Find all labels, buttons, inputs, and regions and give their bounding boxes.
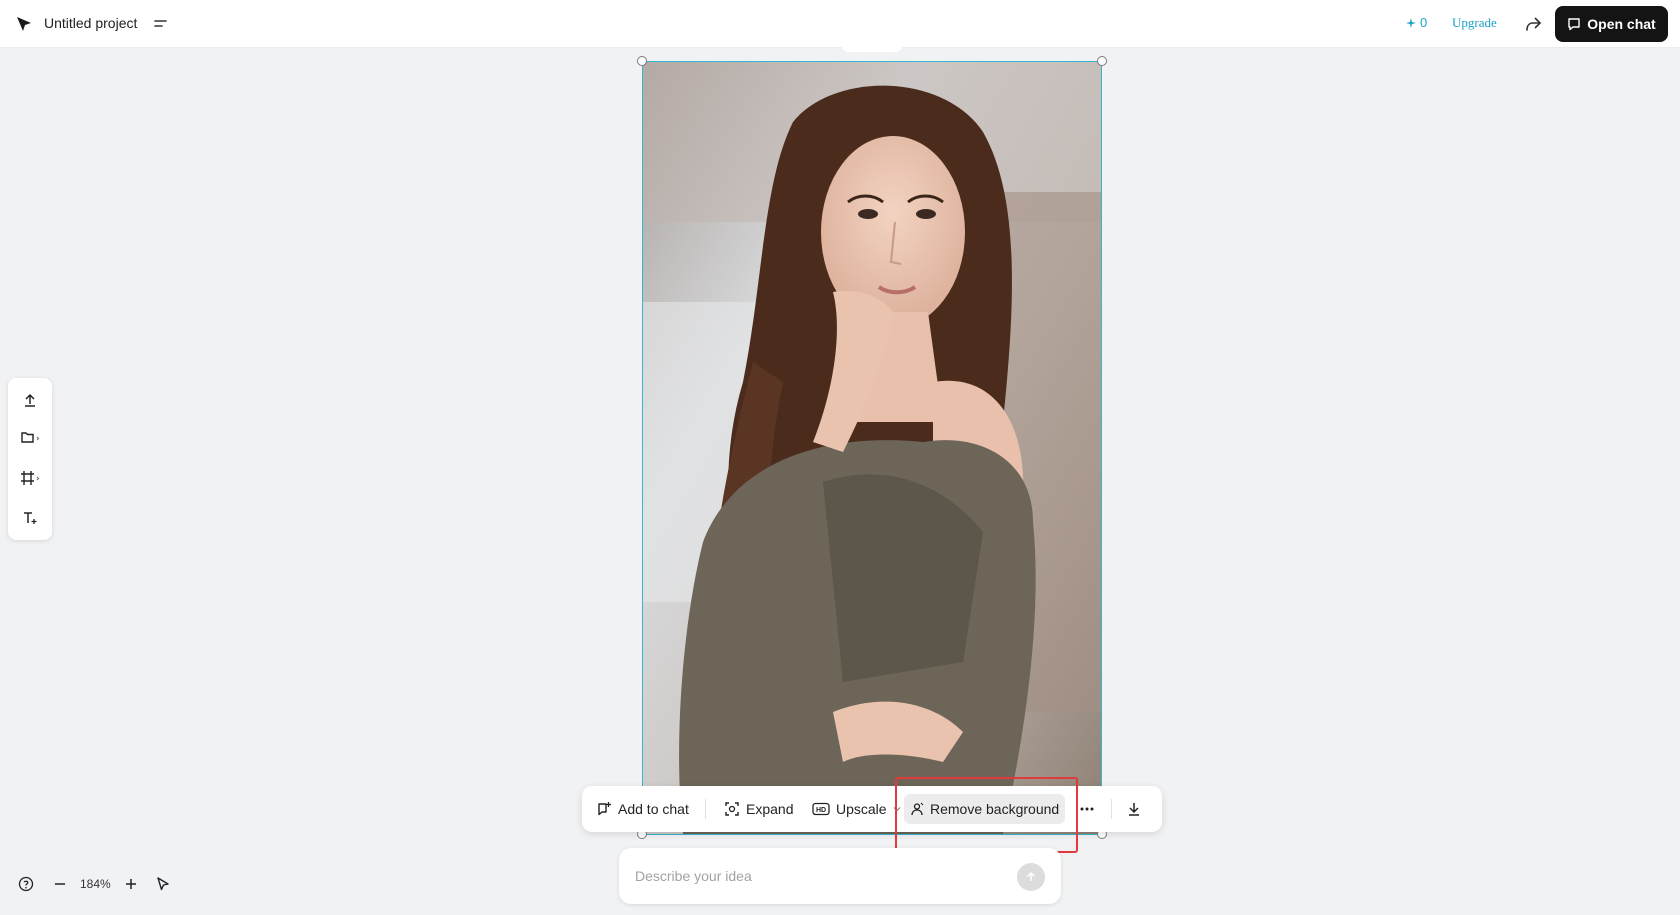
expand-label: Expand bbox=[746, 801, 794, 817]
open-chat-button[interactable]: Open chat bbox=[1555, 6, 1668, 42]
app-logo-icon[interactable] bbox=[14, 14, 34, 34]
open-chat-label: Open chat bbox=[1587, 16, 1656, 32]
sparkle-icon bbox=[1406, 17, 1416, 28]
minus-icon bbox=[55, 883, 65, 885]
upgrade-link[interactable]: Upgrade bbox=[1452, 15, 1497, 31]
hd-icon: HD bbox=[812, 802, 830, 816]
zoom-out-button[interactable] bbox=[50, 874, 70, 894]
select-tool-button[interactable] bbox=[153, 874, 173, 894]
cursor-icon bbox=[157, 877, 169, 891]
resize-handle-top-right[interactable] bbox=[1097, 56, 1107, 66]
more-options-button[interactable] bbox=[1076, 794, 1098, 824]
upscale-button[interactable]: HD Upscale bbox=[806, 794, 907, 824]
zoom-in-button[interactable] bbox=[121, 874, 141, 894]
expand-icon bbox=[725, 802, 739, 816]
prompt-input[interactable] bbox=[635, 862, 995, 890]
add-to-chat-icon bbox=[598, 802, 611, 816]
credits-counter[interactable]: 0 bbox=[1406, 15, 1427, 30]
resize-handle-top-left[interactable] bbox=[637, 56, 647, 66]
more-horizontal-icon bbox=[1080, 807, 1094, 811]
arrow-up-icon bbox=[1026, 871, 1036, 881]
project-title[interactable]: Untitled project bbox=[44, 15, 137, 31]
help-icon bbox=[18, 876, 34, 892]
folder-add-icon bbox=[21, 432, 40, 443]
highlight-annotation-box bbox=[895, 777, 1078, 853]
svg-text:HD: HD bbox=[816, 807, 826, 814]
share-icon[interactable] bbox=[1522, 13, 1544, 35]
expand-button[interactable]: Expand bbox=[718, 794, 799, 824]
upscale-label: Upscale bbox=[836, 801, 887, 817]
upload-button[interactable] bbox=[18, 388, 42, 412]
download-button[interactable] bbox=[1122, 794, 1146, 824]
left-toolbar bbox=[8, 378, 52, 540]
zoom-controls: 184% bbox=[16, 872, 173, 896]
add-text-button[interactable] bbox=[18, 506, 42, 530]
plus-icon bbox=[125, 879, 136, 889]
help-button[interactable] bbox=[16, 874, 36, 894]
frame-top-tab[interactable] bbox=[842, 44, 902, 52]
prompt-box bbox=[619, 848, 1061, 904]
selection-frame bbox=[642, 61, 1102, 835]
action-bar-divider bbox=[705, 799, 706, 819]
send-button[interactable] bbox=[1017, 863, 1045, 891]
text-add-icon bbox=[24, 512, 37, 524]
add-to-chat-label: Add to chat bbox=[618, 801, 689, 817]
zoom-level[interactable]: 184% bbox=[80, 877, 111, 891]
top-bar: Untitled project 0 Upgrade Open chat bbox=[0, 0, 1680, 48]
action-bar-divider bbox=[1111, 799, 1112, 819]
download-icon bbox=[1129, 803, 1139, 816]
upload-icon bbox=[25, 393, 35, 407]
menu-icon[interactable] bbox=[152, 15, 170, 33]
frame-icon bbox=[21, 471, 40, 485]
chat-bubble-icon bbox=[1568, 18, 1580, 31]
frame-button[interactable] bbox=[18, 466, 42, 490]
credits-value: 0 bbox=[1420, 15, 1428, 30]
assets-button[interactable] bbox=[18, 426, 42, 450]
add-to-chat-button[interactable]: Add to chat bbox=[590, 794, 695, 824]
